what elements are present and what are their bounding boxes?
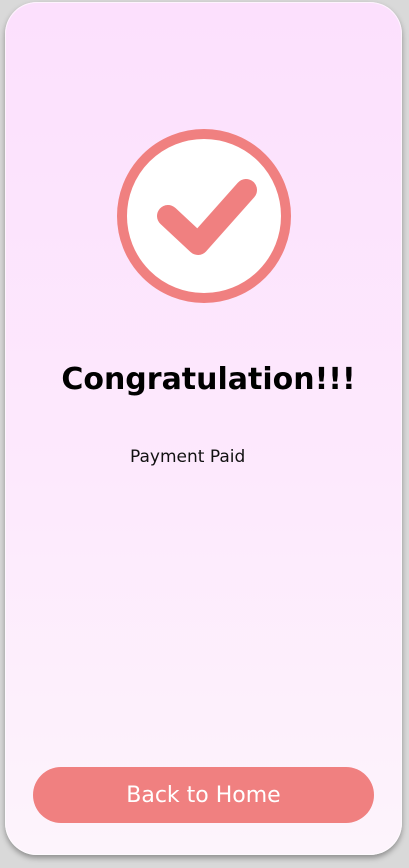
success-title: Congratulation!!! <box>61 362 356 397</box>
payment-status-text: Payment Paid <box>130 447 246 467</box>
check-circle-icon <box>116 128 292 304</box>
back-to-home-button[interactable]: Back to Home <box>33 767 374 823</box>
phone-screen: Congratulation!!! Payment Paid Back to H… <box>5 2 402 855</box>
